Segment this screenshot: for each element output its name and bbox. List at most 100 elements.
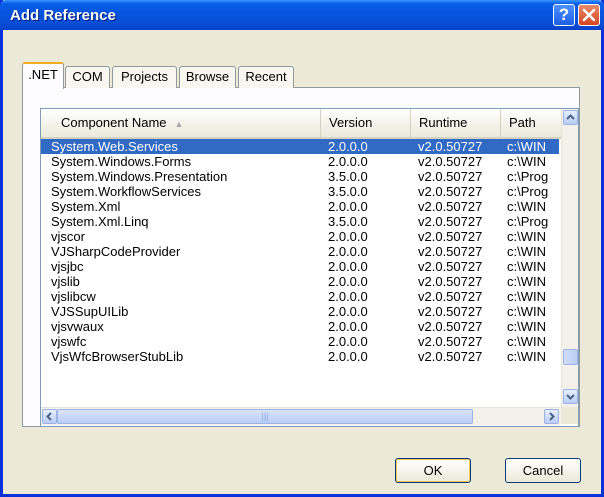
cell-component-name: System.Xml.Linq xyxy=(51,214,149,229)
title-bar[interactable]: Add Reference ? xyxy=(0,0,604,30)
table-row[interactable]: System.Windows.Presentation 3.5.0.0 v2.0.5… xyxy=(41,169,559,184)
tab-dotnet[interactable]: .NET xyxy=(22,62,64,89)
column-header-version[interactable]: Version xyxy=(321,109,411,137)
cell-runtime: v2.0.50727 xyxy=(418,304,483,319)
cell-component-name: vjslib xyxy=(51,274,80,289)
cell-version: 3.5.0.0 xyxy=(328,169,368,184)
horizontal-scrollbar[interactable]: ||| xyxy=(41,407,561,425)
table-row[interactable]: vjsjbc 2.0.0.0 v2.0.50727 c:\WIN xyxy=(41,259,559,274)
cell-path: c:\Prog xyxy=(507,169,549,184)
cell-runtime: v2.0.50727 xyxy=(418,274,483,289)
cell-path: c:\WIN xyxy=(507,334,546,349)
cell-component-name: VJSSupUILib xyxy=(51,304,129,319)
cell-component-name: VjsWfcBrowserStubLib xyxy=(51,349,184,364)
column-header-component-name[interactable]: Component Name ▲ xyxy=(41,109,321,137)
cell-version: 2.0.0.0 xyxy=(328,199,368,214)
cell-version: 2.0.0.0 xyxy=(328,304,368,319)
cell-component-name: vjslibcw xyxy=(51,289,96,304)
help-button[interactable]: ? xyxy=(553,4,575,26)
cell-component-name: System.WorkflowServices xyxy=(51,184,202,199)
table-row[interactable]: VjsWfcBrowserStubLib 2.0.0.0 v2.0.50727 c:\… xyxy=(41,349,559,364)
cell-component-name: System.Windows.Forms xyxy=(51,154,192,169)
table-row[interactable]: vjsvwaux 2.0.0.0 v2.0.50727 c:\WIN xyxy=(41,319,559,334)
table-row[interactable]: VJSSupUILib 2.0.0.0 v2.0.50727 c:\WIN xyxy=(41,304,559,319)
cell-component-name: vjsjbc xyxy=(51,259,84,274)
chevron-left-icon xyxy=(46,412,52,421)
sort-ascending-icon: ▲ xyxy=(174,119,184,129)
tab-recent[interactable]: Recent xyxy=(238,66,294,88)
table-row[interactable]: vjscor 2.0.0.0 v2.0.50727 c:\WIN xyxy=(41,229,559,244)
vertical-scrollbar[interactable] xyxy=(561,109,578,407)
window-title: Add Reference xyxy=(10,7,116,24)
column-header-path[interactable]: Path xyxy=(501,109,561,137)
chevron-down-icon xyxy=(566,394,575,400)
cell-path: c:\WIN xyxy=(507,349,546,364)
table-row[interactable]: System.Xml 2.0.0.0 v2.0.50727 c:\WIN xyxy=(41,199,559,214)
cell-path: c:\WIN xyxy=(507,274,546,289)
cell-path: c:\WIN xyxy=(507,289,546,304)
cell-path: c:\WIN xyxy=(507,139,546,154)
cell-runtime: v2.0.50727 xyxy=(418,139,483,154)
tab-browse[interactable]: Browse xyxy=(179,66,236,88)
component-list[interactable]: Component Name ▲ Version Runtime Path Sys… xyxy=(40,108,579,427)
table-row[interactable]: vjslib 2.0.0.0 v2.0.50727 c:\WIN xyxy=(41,274,559,289)
cell-component-name: System.Web.Services xyxy=(51,139,178,154)
cell-version: 2.0.0.0 xyxy=(328,139,368,154)
cell-runtime: v2.0.50727 xyxy=(418,244,483,259)
scroll-right-button[interactable] xyxy=(544,409,559,424)
column-header-runtime[interactable]: Runtime xyxy=(411,109,501,137)
table-row[interactable]: VJSharpCodeProvider 2.0.0.0 v2.0.50727 c:\W… xyxy=(41,244,559,259)
scroll-up-button[interactable] xyxy=(563,110,578,125)
ok-button[interactable]: OK xyxy=(395,458,471,483)
cell-path: c:\Prog xyxy=(507,214,549,229)
table-row[interactable]: vjswfc 2.0.0.0 v2.0.50727 c:\WIN xyxy=(41,334,559,349)
close-icon xyxy=(582,8,596,22)
cell-runtime: v2.0.50727 xyxy=(418,319,483,334)
cell-path: c:\WIN xyxy=(507,229,546,244)
cell-version: 2.0.0.0 xyxy=(328,334,368,349)
cell-component-name: vjswfc xyxy=(51,334,87,349)
cell-runtime: v2.0.50727 xyxy=(418,289,483,304)
tab-projects[interactable]: Projects xyxy=(112,66,177,88)
cell-runtime: v2.0.50727 xyxy=(418,334,483,349)
cell-runtime: v2.0.50727 xyxy=(418,229,483,244)
cell-version: 2.0.0.0 xyxy=(328,154,368,169)
scroll-down-button[interactable] xyxy=(563,389,578,404)
table-row[interactable]: vjslibcw 2.0.0.0 v2.0.50727 c:\WIN xyxy=(41,289,559,304)
list-header: Component Name ▲ Version Runtime Path xyxy=(41,109,561,139)
cell-version: 2.0.0.0 xyxy=(328,274,368,289)
cell-runtime: v2.0.50727 xyxy=(418,259,483,274)
cell-version: 2.0.0.0 xyxy=(328,349,368,364)
horizontal-scroll-thumb[interactable]: ||| xyxy=(57,409,473,424)
chevron-up-icon xyxy=(566,114,575,120)
cancel-button[interactable]: Cancel xyxy=(505,458,581,483)
cell-component-name: VJSharpCodeProvider xyxy=(51,244,181,259)
cell-version: 3.5.0.0 xyxy=(328,184,368,199)
tab-com[interactable]: COM xyxy=(65,66,110,88)
cell-runtime: v2.0.50727 xyxy=(418,169,483,184)
cell-runtime: v2.0.50727 xyxy=(418,214,483,229)
cell-component-name: vjsvwaux xyxy=(51,319,104,334)
cell-runtime: v2.0.50727 xyxy=(418,349,483,364)
table-row[interactable]: System.WorkflowServices 3.5.0.0 v2.0.50727… xyxy=(41,184,559,199)
cell-runtime: v2.0.50727 xyxy=(418,199,483,214)
list-rows: System.Web.Services 2.0.0.0 v2.0.50727 c:\W… xyxy=(41,139,559,364)
table-row[interactable]: System.Xml.Linq 3.5.0.0 v2.0.50727 c:\Prog xyxy=(41,214,559,229)
cell-version: 3.5.0.0 xyxy=(328,214,368,229)
cell-component-name: System.Xml xyxy=(51,199,121,214)
cell-path: c:\WIN xyxy=(507,319,546,334)
chevron-right-icon xyxy=(549,412,555,421)
table-row[interactable]: System.Windows.Forms 2.0.0.0 v2.0.50727 c:\… xyxy=(41,154,559,169)
cell-version: 2.0.0.0 xyxy=(328,229,368,244)
cell-version: 2.0.0.0 xyxy=(328,259,368,274)
close-button[interactable] xyxy=(578,4,600,26)
cell-path: c:\WIN xyxy=(507,259,546,274)
scroll-left-button[interactable] xyxy=(42,409,57,424)
cell-runtime: v2.0.50727 xyxy=(418,154,483,169)
cell-path: c:\Prog xyxy=(507,184,549,199)
cell-version: 2.0.0.0 xyxy=(328,289,368,304)
table-row[interactable]: System.Web.Services 2.0.0.0 v2.0.50727 c:\W… xyxy=(41,139,559,154)
help-icon: ? xyxy=(558,5,570,24)
cell-path: c:\WIN xyxy=(507,199,546,214)
vertical-scroll-thumb[interactable] xyxy=(563,349,578,365)
